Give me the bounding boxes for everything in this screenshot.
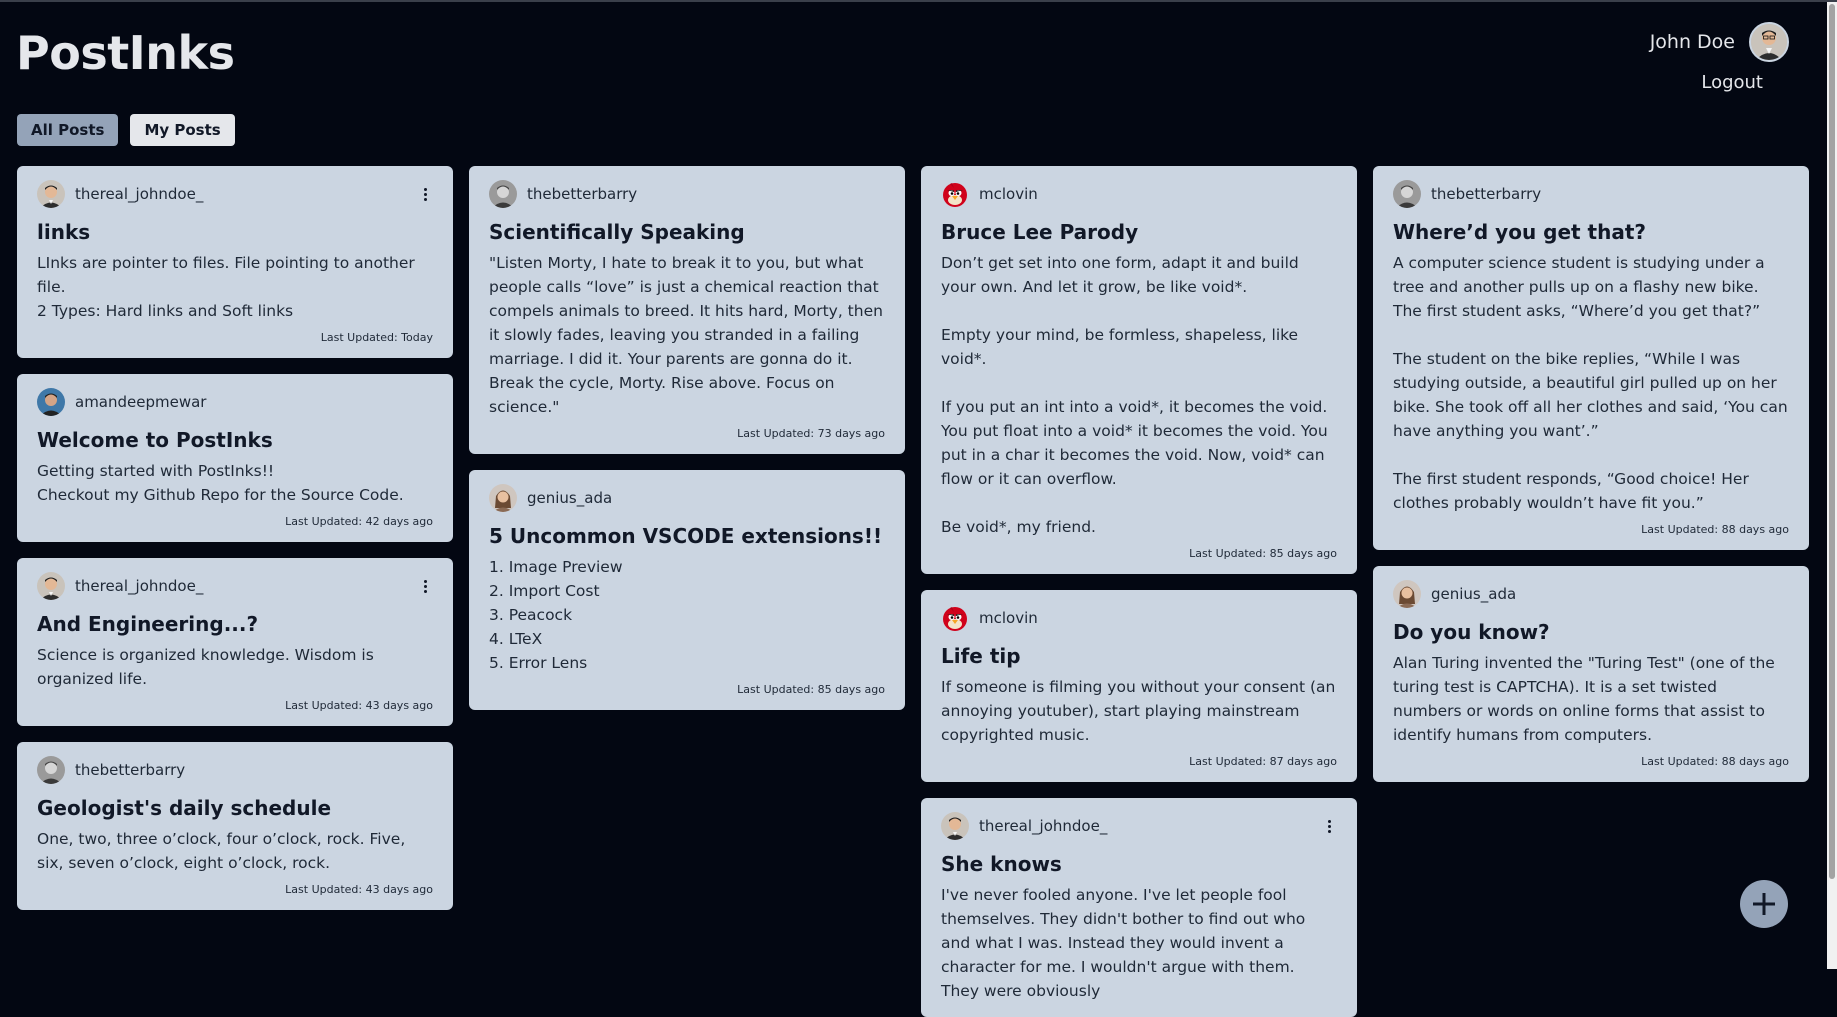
post-author[interactable]: thebetterbarry bbox=[75, 761, 433, 779]
post-card[interactable]: thebetterbarry Scientifically Speaking "Li… bbox=[469, 166, 905, 454]
man-avatar-icon bbox=[37, 180, 65, 208]
post-last-updated: Last Updated: 85 days ago bbox=[737, 683, 885, 696]
post-title: Geologist's daily schedule bbox=[37, 796, 332, 820]
post-last-updated: Last Updated: 43 days ago bbox=[285, 699, 433, 712]
post-last-updated: Last Updated: 88 days ago bbox=[1641, 755, 1789, 768]
post-last-updated: Last Updated: 42 days ago bbox=[285, 515, 433, 528]
plus-icon bbox=[1753, 893, 1775, 915]
post-header: amandeepmewar bbox=[37, 388, 433, 416]
window-top-border bbox=[0, 0, 1837, 2]
post-body: One, two, three o’clock, four o’clock, r… bbox=[37, 830, 411, 872]
posts-column-3: mclovin Bruce Lee Parody Don’t get set int… bbox=[921, 166, 1357, 1017]
post-last-updated: Last Updated: 87 days ago bbox=[1189, 755, 1337, 768]
post-title: She knows bbox=[941, 852, 1062, 876]
post-title: Where’d you get that? bbox=[1393, 220, 1647, 244]
post-header: mclovin bbox=[941, 180, 1337, 208]
posts-column-4: thebetterbarry Where’d you get that? A com… bbox=[1373, 166, 1809, 782]
page-scrollbar[interactable] bbox=[1827, 2, 1837, 969]
post-body: 1. Image Preview 2. Import Cost 3. Peaco… bbox=[489, 558, 623, 672]
post-title: Welcome to PostInks bbox=[37, 428, 273, 452]
posts-column-1: thereal_johndoe_ links LInks are pointer t… bbox=[17, 166, 453, 910]
woman-avatar-icon bbox=[489, 484, 517, 512]
post-body: Don’t get set into one form, adapt it an… bbox=[941, 254, 1328, 536]
post-body: LInks are pointer to files. File pointin… bbox=[37, 254, 415, 320]
logout-link[interactable]: Logout bbox=[1701, 72, 1763, 93]
add-post-button[interactable] bbox=[1740, 880, 1788, 928]
post-card[interactable]: thereal_johndoe_links LInks are pointer t… bbox=[17, 166, 453, 358]
post-header: genius_ada bbox=[489, 484, 885, 512]
scrollbar-thumb[interactable] bbox=[1829, 4, 1835, 879]
post-card[interactable]: mclovin Bruce Lee Parody Don’t get set int… bbox=[921, 166, 1357, 574]
post-card[interactable]: thebetterbarry Geologist's daily schedule… bbox=[17, 742, 453, 910]
post-card[interactable]: mclovin Life tip If someone is filming you… bbox=[921, 590, 1357, 782]
post-card[interactable]: thebetterbarry Where’d you get that? A com… bbox=[1373, 166, 1809, 550]
post-author[interactable]: mclovin bbox=[979, 609, 1337, 627]
post-last-updated: Last Updated: 43 days ago bbox=[285, 883, 433, 896]
post-body: "Listen Morty, I hate to break it to you… bbox=[489, 254, 888, 416]
user-info[interactable]: John Doe bbox=[1650, 22, 1789, 62]
post-author[interactable]: genius_ada bbox=[1431, 585, 1789, 603]
post-title: Do you know? bbox=[1393, 620, 1550, 644]
post-header: thebetterbarry bbox=[37, 756, 433, 784]
post-title: Life tip bbox=[941, 644, 1021, 668]
app-title: PostInks bbox=[16, 26, 235, 80]
post-last-updated: Last Updated: 88 days ago bbox=[1641, 523, 1789, 536]
post-card[interactable]: thereal_johndoe_ She knows I've never fool… bbox=[921, 798, 1357, 1017]
post-header: thereal_johndoe_ bbox=[941, 812, 1337, 840]
gray-man-avatar-icon bbox=[489, 180, 517, 208]
post-last-updated: Last Updated: 85 days ago bbox=[1189, 547, 1337, 560]
more-options-icon[interactable] bbox=[417, 575, 433, 597]
post-last-updated: Last Updated: 73 days ago bbox=[737, 427, 885, 440]
post-title: Bruce Lee Parody bbox=[941, 220, 1139, 244]
post-header: thebetterbarry bbox=[489, 180, 885, 208]
post-card[interactable]: genius_ada 5 Uncommon VSCODE extensions!!… bbox=[469, 470, 905, 710]
posts-column-2: thebetterbarry Scientifically Speaking "Li… bbox=[469, 166, 905, 710]
gray-man-avatar-icon bbox=[37, 756, 65, 784]
post-body: Alan Turing invented the "Turing Test" (… bbox=[1393, 654, 1780, 744]
angry-bird-avatar-icon bbox=[941, 604, 969, 632]
post-last-updated: Last Updated: Today bbox=[320, 331, 433, 344]
post-body: A computer science student is studying u… bbox=[1393, 254, 1788, 512]
user-menu: John Doe Logout bbox=[1650, 22, 1789, 93]
gray-man-avatar-icon bbox=[1393, 180, 1421, 208]
post-title: Scientifically Speaking bbox=[489, 220, 745, 244]
post-title: links bbox=[37, 220, 91, 244]
all-posts-button[interactable]: All Posts bbox=[17, 114, 119, 146]
post-author[interactable]: genius_ada bbox=[527, 489, 885, 507]
man-blue-avatar-icon bbox=[37, 388, 65, 416]
woman-avatar-icon bbox=[1393, 580, 1421, 608]
post-author[interactable]: mclovin bbox=[979, 185, 1337, 203]
post-header: thereal_johndoe_ bbox=[37, 572, 433, 600]
post-author[interactable]: thereal_johndoe_ bbox=[75, 577, 407, 595]
post-body: I've never fooled anyone. I've let peopl… bbox=[941, 886, 1311, 1000]
man-avatar-icon bbox=[941, 812, 969, 840]
user-name: John Doe bbox=[1649, 31, 1735, 53]
post-filters: All Posts My Posts bbox=[17, 114, 235, 146]
post-header: thereal_johndoe_ bbox=[37, 180, 433, 208]
post-card[interactable]: genius_ada Do you know? Alan Turing invent… bbox=[1373, 566, 1809, 782]
post-title: And Engineering...? bbox=[37, 612, 259, 636]
post-author[interactable]: amandeepmewar bbox=[75, 393, 433, 411]
post-title: 5 Uncommon VSCODE extensions!! bbox=[489, 524, 883, 548]
post-card[interactable]: amandeepmewar Welcome to PostInks Getting … bbox=[17, 374, 453, 542]
more-options-icon[interactable] bbox=[1321, 815, 1337, 837]
post-body: If someone is filming you without your c… bbox=[941, 678, 1341, 744]
posts-grid: thereal_johndoe_ links LInks are pointer t… bbox=[17, 166, 1809, 1017]
user-avatar-icon[interactable] bbox=[1749, 22, 1789, 62]
post-body: Getting started with PostInks!! Checkout… bbox=[37, 462, 404, 504]
angry-bird-avatar-icon bbox=[941, 180, 969, 208]
man-avatar-icon bbox=[37, 572, 65, 600]
post-header: thebetterbarry bbox=[1393, 180, 1789, 208]
my-posts-button[interactable]: My Posts bbox=[130, 114, 235, 146]
post-author[interactable]: thebetterbarry bbox=[1431, 185, 1789, 203]
more-options-icon[interactable] bbox=[417, 183, 433, 205]
post-header: mclovin bbox=[941, 604, 1337, 632]
post-author[interactable]: thereal_johndoe_ bbox=[979, 817, 1311, 835]
post-header: genius_ada bbox=[1393, 580, 1789, 608]
post-body: Science is organized knowledge. Wisdom i… bbox=[37, 646, 379, 688]
post-author[interactable]: thebetterbarry bbox=[527, 185, 885, 203]
post-card[interactable]: thereal_johndoe_ And Engineering...? Scien… bbox=[17, 558, 453, 726]
post-author[interactable]: thereal_johndoe_ bbox=[75, 185, 407, 203]
